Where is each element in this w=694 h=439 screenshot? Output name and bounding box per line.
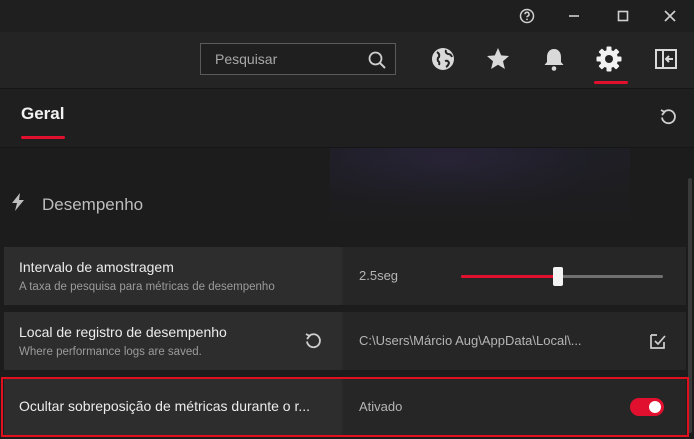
hide-overlay-row: Ocultar sobreposição de métricas durante… [4, 378, 686, 436]
gear-icon[interactable] [594, 44, 624, 74]
active-indicator [594, 81, 628, 84]
section-header: Desempenho [10, 192, 143, 217]
sidebar-exit-icon[interactable] [651, 44, 681, 74]
log-location-row: Local de registro de desempenho Where pe… [4, 312, 686, 370]
maximize-icon[interactable] [609, 4, 637, 28]
bell-icon[interactable] [539, 44, 569, 74]
setting-title: Local de registro de desempenho [19, 324, 227, 340]
tab-geral[interactable]: Geral [21, 104, 64, 124]
close-icon[interactable] [656, 4, 684, 28]
sampling-value: 2.5seg [359, 268, 399, 283]
reset-icon[interactable] [656, 105, 680, 129]
reset-icon[interactable] [304, 332, 322, 350]
slider-fill [461, 275, 558, 278]
section-title: Desempenho [42, 194, 144, 214]
top-toolbar [0, 32, 694, 89]
sampling-interval-row: Intervalo de amostragem A taxa de pesqui… [4, 247, 686, 305]
tab-active-underline [21, 136, 65, 139]
row-control-area: 2.5seg [343, 247, 686, 305]
setting-title: Ocultar sobreposição de métricas durante… [19, 398, 311, 414]
help-icon[interactable] [513, 4, 541, 28]
hide-overlay-toggle[interactable] [630, 398, 664, 416]
row-label-area: Ocultar sobreposição de métricas durante… [4, 378, 341, 436]
sampling-slider[interactable] [461, 267, 663, 286]
search-box[interactable] [200, 43, 396, 75]
search-icon[interactable] [367, 50, 387, 70]
setting-description: A taxa de pesquisa para métricas de dese… [19, 281, 275, 293]
minimize-icon[interactable] [560, 4, 588, 28]
star-icon[interactable] [483, 44, 513, 74]
toggle-state-label: Ativado [359, 399, 403, 414]
setting-description: Where performance logs are saved. [19, 346, 202, 358]
lightning-icon [10, 192, 26, 217]
slider-thumb[interactable] [552, 267, 563, 286]
globe-icon[interactable] [428, 44, 458, 74]
scrollbar[interactable] [688, 178, 692, 433]
row-control-area: C:\Users\Márcio Aug\AppData\Local\... [343, 312, 686, 370]
search-input[interactable] [215, 44, 365, 74]
title-bar [0, 0, 694, 32]
settings-content: Desempenho Intervalo de amostragem A tax… [0, 148, 694, 439]
row-label-area: Intervalo de amostragem A taxa de pesqui… [4, 247, 341, 305]
browse-folder-icon[interactable] [648, 331, 668, 351]
tab-bar: Geral [0, 89, 694, 148]
row-control-area: Ativado [343, 378, 686, 436]
setting-title: Intervalo de amostragem [19, 259, 174, 275]
row-label-area: Local de registro de desempenho Where pe… [4, 312, 341, 370]
log-path-value[interactable]: C:\Users\Márcio Aug\AppData\Local\... [359, 333, 582, 348]
toggle-knob [649, 401, 661, 413]
